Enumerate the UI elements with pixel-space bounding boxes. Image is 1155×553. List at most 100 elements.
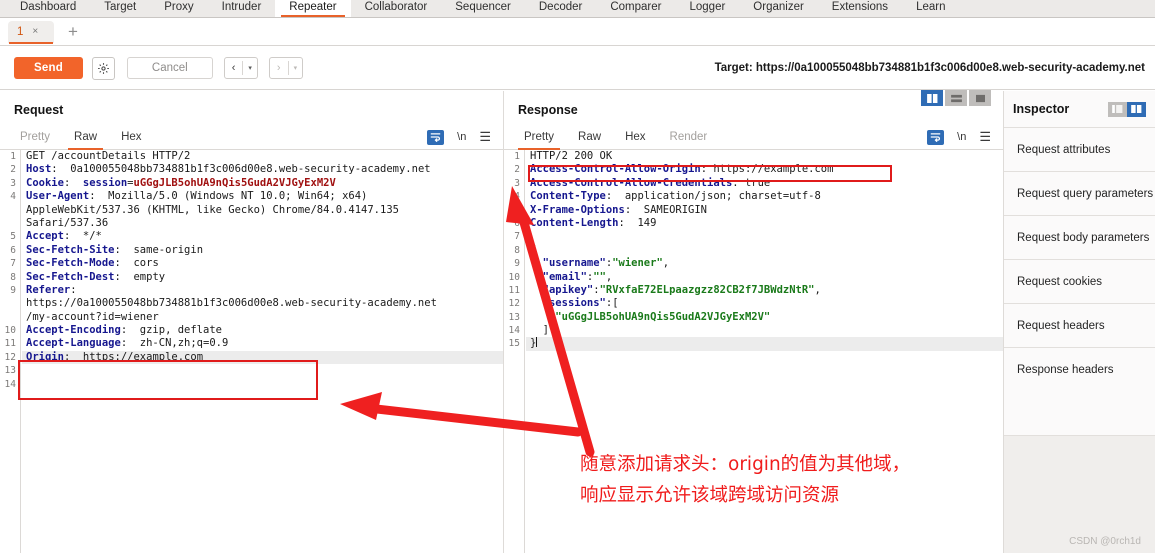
request-line[interactable]: /my-account?id=wiener [22,311,503,324]
response-tab-render[interactable]: Render [658,130,720,149]
next-request-button[interactable]: › ▾ [268,57,304,79]
request-line[interactable] [22,364,503,377]
response-token: "" [593,270,606,283]
main-tab-intruder[interactable]: Intruder [208,0,276,17]
request-editor[interactable]: 1 2 3 4 5 6 7 8 9 10 11 12 13 14 GET /accountDetails … [0,150,503,553]
response-token: Access-Control-Allow-Origin [530,163,701,176]
response-tab-hex[interactable]: Hex [613,130,657,149]
response-token: : application/json; charset=utf-8 [605,190,821,203]
inspector-row-request-query-parameters[interactable]: Request query parameters [1004,171,1155,215]
response-code[interactable]: HTTP/2 200 OK Access-Control-Allow-Origin… [526,150,1003,351]
inspector-row-response-headers[interactable]: Response headers [1004,347,1155,391]
panel-collapse-icon[interactable] [1108,101,1127,117]
request-line[interactable]: Safari/537.36 [22,217,503,230]
response-editor[interactable]: 1 2 3 4 5 6 7 8 9 10 11 12 13 14 15 HTTP/2 200 OK Acces… [504,150,1003,553]
repeater-tab-1[interactable]: 1 × [8,20,54,44]
main-tab-dashboard[interactable]: Dashboard [6,0,90,17]
request-line-number: 10 [4,325,16,337]
main-tab-collaborator[interactable]: Collaborator [351,0,442,17]
response-line[interactable]: X-Frame-Options: SAMEORIGIN [526,204,1003,217]
main-tab-comparer[interactable]: Comparer [596,0,675,17]
request-line-number: 8 [10,271,16,283]
inspector-row-request-attributes[interactable]: Request attributes [1004,127,1155,171]
response-line[interactable]: "apikey":"RVxfaE72ELpaazgzz82CB2f7JBWdzN… [526,284,1003,297]
main-tab-sequencer[interactable]: Sequencer [441,0,525,17]
response-line[interactable]: ] [526,324,1003,337]
single-pane-layout-icon[interactable] [969,90,991,106]
response-line[interactable]: Access-Control-Allow-Origin: https://exa… [526,163,1003,176]
request-line-number [0,297,20,310]
request-line[interactable]: Host: 0a100055048bb734881b1f3c006d00e8.w… [22,163,503,176]
request-token: GET /accountDetails HTTP/2 [26,150,191,162]
inspector-row-request-body-parameters[interactable]: Request body parameters [1004,215,1155,259]
request-token: : empty [114,270,166,283]
main-tab-extensions[interactable]: Extensions [818,0,902,17]
request-line[interactable]: GET /accountDetails HTTP/2 [22,150,503,163]
request-line[interactable]: Accept: */* [22,230,503,243]
cancel-button[interactable]: Cancel [126,57,213,79]
response-tab-pretty[interactable]: Pretty [512,130,566,150]
response-line[interactable]: "email":"", [526,271,1003,284]
main-tab-proxy[interactable]: Proxy [150,0,207,17]
response-line[interactable]: Content-Type: application/json; charset=… [526,190,1003,203]
response-line[interactable]: { [526,244,1003,257]
add-tab-icon[interactable]: + [68,23,78,40]
wrap-lines-icon[interactable] [927,129,945,145]
main-tab-organizer[interactable]: Organizer [739,0,818,17]
newline-toggle[interactable]: \n [957,131,966,143]
response-tab-raw[interactable]: Raw [566,130,613,149]
request-code[interactable]: GET /accountDetails HTTP/2 Host: 0a100055… [22,150,503,391]
main-tab-target[interactable]: Target [90,0,150,17]
hamburger-menu-icon[interactable]: ☰ [979,129,991,145]
request-tab-raw[interactable]: Raw [62,130,109,150]
inspector-row-request-headers[interactable]: Request headers [1004,303,1155,347]
request-line[interactable]: Sec-Fetch-Dest: empty [22,271,503,284]
response-line[interactable]: Content-Length: 149 [526,217,1003,230]
request-line-number [0,311,20,324]
gear-icon[interactable] [91,56,115,80]
inspector-header: Inspector [1004,91,1155,127]
split-vertical-layout-icon[interactable] [921,90,943,106]
response-line[interactable]: } [526,337,1003,351]
main-tab-repeater[interactable]: Repeater [275,0,351,17]
main-tab-decoder[interactable]: Decoder [525,0,596,17]
response-line[interactable]: Access-Control-Allow-Credentials: true [526,177,1003,190]
request-line[interactable]: https://0a100055048bb734881b1f3c006d00e8… [22,297,503,310]
response-line[interactable] [526,230,1003,243]
split-horizontal-layout-icon[interactable] [945,90,967,106]
request-line[interactable]: Cookie: session=uGGgJLB5ohUA9nQis5GudA2V… [22,177,503,190]
hamburger-menu-icon[interactable]: ☰ [479,129,491,145]
request-line-number [0,217,20,230]
request-line[interactable]: Sec-Fetch-Site: same-origin [22,244,503,257]
send-button[interactable]: Send [14,57,83,79]
response-line[interactable]: "username":"wiener", [526,257,1003,270]
request-line[interactable]: Sec-Fetch-Mode: cors [22,257,503,270]
request-line[interactable]: Accept-Encoding: gzip, deflate [22,324,503,337]
request-line[interactable]: Origin: https://example.com [22,350,503,365]
request-line[interactable] [22,378,503,391]
main-tab-learn[interactable]: Learn [902,0,959,17]
response-line-number: 3 [514,177,520,189]
response-line-number: 1 [514,151,520,162]
request-tab-hex[interactable]: Hex [109,130,153,149]
request-line-number [0,204,20,217]
response-line[interactable]: "sessions":[ [526,297,1003,310]
panel-expand-icon[interactable] [1127,101,1146,117]
response-token [530,284,543,296]
request-tab-pretty[interactable]: Pretty [8,130,62,149]
response-line[interactable]: HTTP/2 200 OK [526,150,1003,163]
inspector-row-request-cookies[interactable]: Request cookies [1004,259,1155,303]
request-line[interactable]: Accept-Language: zh-CN,zh;q=0.9 [22,337,503,350]
request-line[interactable]: Referer: [22,284,503,297]
response-line[interactable]: "uGGgJLB5ohUA9nQis5GudA2VJGyExM2V" [526,311,1003,324]
previous-request-button[interactable]: ‹ ▾ [223,57,258,79]
close-icon[interactable]: × [32,26,38,37]
request-line-number: 2 [10,164,16,176]
newline-toggle[interactable]: \n [457,131,466,143]
main-tab-bar: Dashboard Target Proxy Intruder Repeater Coll… [0,0,1155,18]
main-tab-logger[interactable]: Logger [675,0,739,17]
request-line[interactable]: AppleWebKit/537.36 (KHTML, like Gecko) C… [22,204,503,217]
wrap-lines-icon[interactable] [427,129,445,145]
request-line[interactable]: User-Agent: Mozilla/5.0 (Windows NT 10.0… [22,190,503,203]
response-token: :[ [605,297,619,310]
